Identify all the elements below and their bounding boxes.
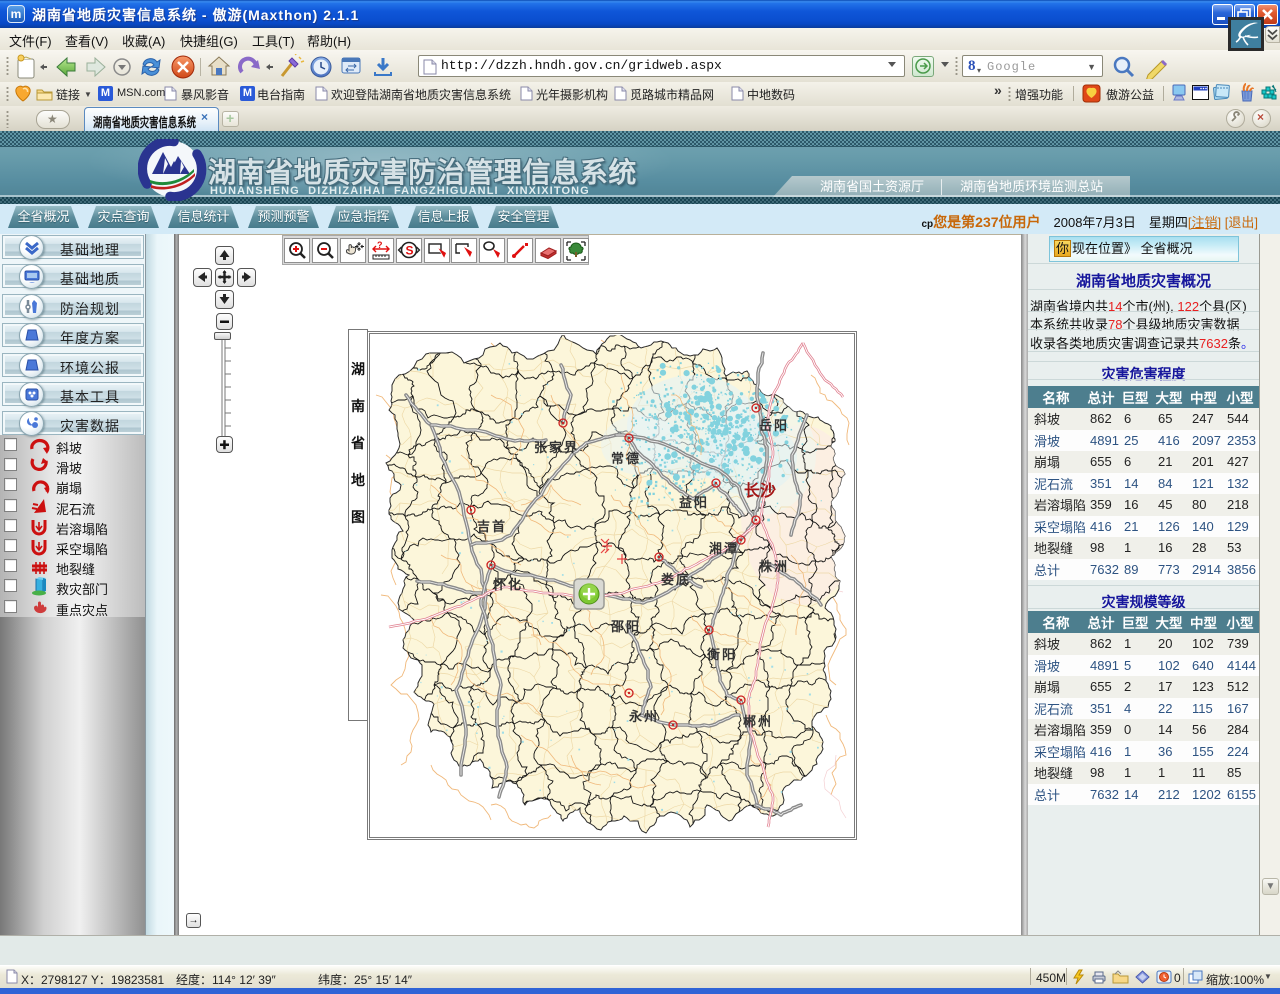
svg-text:株洲: 株洲: [759, 559, 789, 574]
svg-text:常德: 常德: [611, 451, 641, 466]
svg-text:长沙: 长沙: [744, 481, 776, 500]
svg-text:?: ?: [377, 240, 383, 250]
svg-text:郴州: 郴州: [743, 714, 773, 729]
svg-text:邵阳: 邵阳: [610, 619, 641, 634]
svg-text:怀化: 怀化: [493, 577, 523, 592]
svg-text:S: S: [406, 244, 414, 258]
svg-text:张家界: 张家界: [534, 440, 579, 455]
svg-text:娄底: 娄底: [661, 572, 691, 587]
svg-text:吉首: 吉首: [477, 519, 507, 534]
svg-text:永州: 永州: [628, 709, 659, 724]
svg-text:湘潭: 湘潭: [709, 541, 739, 556]
svg-text:岳阳: 岳阳: [759, 418, 789, 433]
svg-text:益阳: 益阳: [679, 495, 709, 510]
svg-text:衡阳: 衡阳: [707, 647, 737, 662]
